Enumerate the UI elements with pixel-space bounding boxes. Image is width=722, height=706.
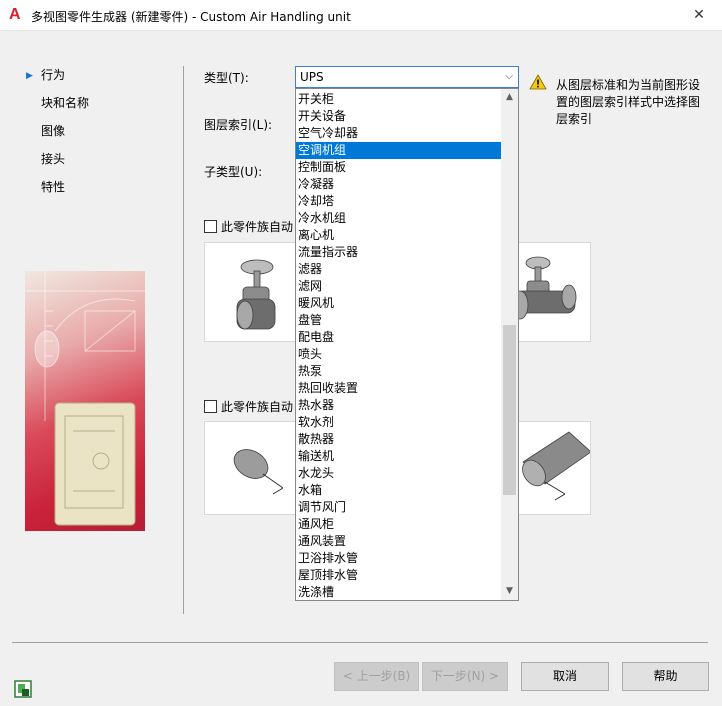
title-bar: A 多视图零件生成器 (新建零件) - Custom Air Handling … <box>0 0 722 31</box>
dropdown-list-item[interactable]: 通风柜 <box>296 516 502 533</box>
duct-thumbnail-left <box>233 449 284 495</box>
dropdown-list-item[interactable]: 暖风机 <box>296 295 502 312</box>
close-icon: ✕ <box>693 7 705 23</box>
warning-icon <box>529 74 547 90</box>
help-button[interactable]: 帮助 <box>622 662 709 691</box>
part-builder-icon[interactable] <box>13 679 33 699</box>
valve-thumbnail-right <box>511 256 577 320</box>
dropdown-list-item[interactable]: 调节风门 <box>296 499 502 516</box>
subtype-label: 子类型(U): <box>204 165 263 179</box>
chevron-down-icon: ⌵ <box>505 71 513 82</box>
duct-thumbnail-right <box>522 431 592 501</box>
dropdown-list-item[interactable]: 冷却塔 <box>296 193 502 210</box>
type-dropdown-list[interactable]: 开关柜 开关设备 空气冷却器 空调机组 控制面板 冷凝器 冷却塔 冷水机组 离心机 流量指示器 滤器… <box>295 88 519 601</box>
dropdown-scrollbar[interactable]: ▲ ▼ <box>501 89 518 600</box>
nav-item-properties[interactable]: 特性 <box>26 178 156 206</box>
nav-item-behavior[interactable]: ▶ 行为 <box>26 66 156 94</box>
horizontal-divider <box>12 642 708 643</box>
dropdown-list-item[interactable]: 控制面板 <box>296 159 502 176</box>
next-button[interactable]: 下一步(N) > <box>422 662 508 691</box>
scroll-up-icon[interactable]: ▲ <box>501 89 518 106</box>
nav-item-image[interactable]: 图像 <box>26 122 156 150</box>
dropdown-list-item[interactable]: 空气冷却器 <box>296 125 502 142</box>
dropdown-list-item[interactable]: 洗涤槽 <box>296 584 502 600</box>
dropdown-list-item[interactable]: 滤器 <box>296 261 502 278</box>
auto-checkbox-row-2[interactable]: 此零件族自动 <box>204 398 293 414</box>
auto-checkbox-row-1[interactable]: 此零件族自动 <box>204 218 293 234</box>
dropdown-list-item[interactable]: 通风装置 <box>296 533 502 550</box>
warning-message: 从图层标准和为当前图形设置的图层索引样式中选择图层索引 <box>556 78 701 126</box>
scroll-thumb[interactable] <box>503 325 516 495</box>
dropdown-list-item[interactable]: 卫浴排水管 <box>296 550 502 567</box>
back-button[interactable]: < 上一步(B) <box>334 662 419 691</box>
dropdown-list-item[interactable]: 配电盘 <box>296 329 502 346</box>
type-label: 类型(T): <box>204 71 249 85</box>
vertical-divider <box>183 66 184 614</box>
dropdown-list-item[interactable]: 开关设备 <box>296 108 502 125</box>
auto-checkbox-2[interactable] <box>204 400 217 413</box>
dropdown-list-item[interactable]: 水箱 <box>296 482 502 499</box>
current-step-arrow-icon: ▶ <box>26 71 33 81</box>
wizard-nav: ▶ 行为 块和名称 图像 接头 特性 <box>26 66 156 206</box>
type-select-value: UPS <box>300 70 324 84</box>
close-button[interactable]: ✕ <box>676 0 722 31</box>
dropdown-list-item[interactable]: 热回收装置 <box>296 380 502 397</box>
auto-checkbox-2-label: 此零件族自动 <box>221 400 294 414</box>
dropdown-list-item[interactable]: 软水剂 <box>296 414 502 431</box>
scroll-down-icon[interactable]: ▼ <box>501 583 518 600</box>
auto-checkbox-1[interactable] <box>204 220 217 233</box>
dropdown-list-item[interactable]: 盘管 <box>296 312 502 329</box>
dropdown-list-item[interactable]: 开关柜 <box>296 91 502 108</box>
dropdown-list-item[interactable]: 空调机组 <box>296 142 502 159</box>
wizard-banner-image <box>25 271 145 531</box>
auto-checkbox-1-label: 此零件族自动 <box>221 220 294 234</box>
dropdown-list-item[interactable]: 热泵 <box>296 363 502 380</box>
nav-item-connectors[interactable]: 接头 <box>26 150 156 178</box>
dropdown-list-item[interactable]: 滤网 <box>296 278 502 295</box>
dropdown-items: 开关柜 开关设备 空气冷却器 空调机组 控制面板 冷凝器 冷却塔 冷水机组 离心机 流量指示器 滤器… <box>296 91 502 600</box>
cancel-button[interactable]: 取消 <box>521 662 609 691</box>
layer-index-label: 图层索引(L): <box>204 118 273 132</box>
dropdown-list-item[interactable]: 离心机 <box>296 227 502 244</box>
nav-item-block-name[interactable]: 块和名称 <box>26 94 156 122</box>
autocad-a-icon: A <box>9 6 21 23</box>
type-select[interactable]: UPS ⌵ <box>295 66 519 88</box>
dropdown-list-item[interactable]: 散热器 <box>296 431 502 448</box>
dropdown-list-item[interactable]: 水龙头 <box>296 465 502 482</box>
dropdown-list-item[interactable]: 冷水机组 <box>296 210 502 227</box>
dropdown-list-item[interactable]: 输送机 <box>296 448 502 465</box>
window-title: 多视图零件生成器 (新建零件) - Custom Air Handling un… <box>31 10 351 24</box>
dropdown-list-item[interactable]: 冷凝器 <box>296 176 502 193</box>
dropdown-list-item[interactable]: 喷头 <box>296 346 502 363</box>
dropdown-list-item[interactable]: 热水器 <box>296 397 502 414</box>
valve-thumbnail-left <box>236 259 276 330</box>
dropdown-list-item[interactable]: 流量指示器 <box>296 244 502 261</box>
dropdown-list-item[interactable]: 屋顶排水管 <box>296 567 502 584</box>
